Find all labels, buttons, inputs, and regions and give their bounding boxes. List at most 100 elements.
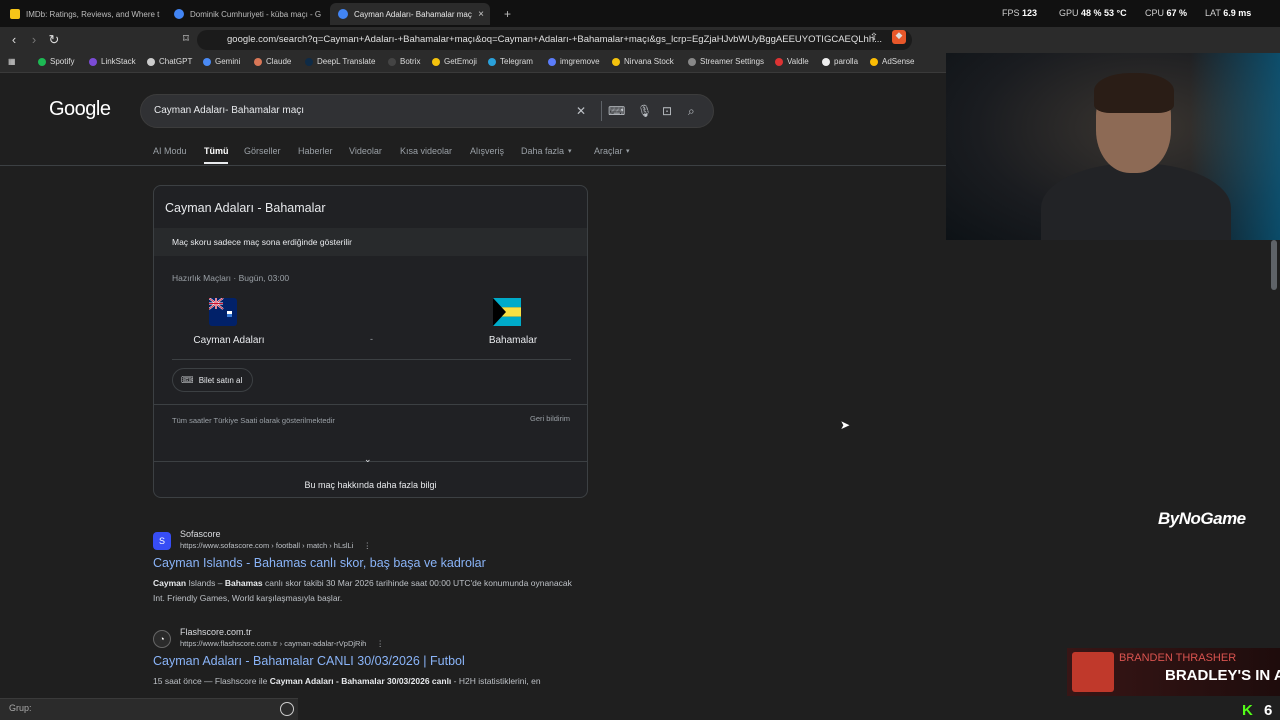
tab-daha-fazla[interactable]: Daha fazla bbox=[521, 146, 564, 156]
feedback-link[interactable]: Geri bildirim bbox=[530, 414, 570, 423]
bookmark-label: Telegram bbox=[500, 57, 533, 66]
bahamas-flag-icon bbox=[493, 298, 521, 326]
result-title-link[interactable]: Cayman Adaları - Bahamalar CANLI 30/03/2… bbox=[153, 654, 465, 668]
bookmark-gemini[interactable]: Gemini bbox=[203, 57, 240, 66]
apps-icon[interactable]: ▦ bbox=[8, 57, 16, 66]
bookmark-favicon-icon bbox=[38, 57, 46, 66]
search-input[interactable]: Cayman Adaları- Bahamalar maçı ✕ ⌨ 🎙 ⊡ ⌕ bbox=[140, 94, 714, 128]
kick-count: 6 bbox=[1264, 702, 1273, 719]
snippet-text: 15 saat önce — Flashscore ile bbox=[153, 676, 270, 686]
bookmark-claude[interactable]: Claude bbox=[254, 57, 291, 66]
bookmark-spotify[interactable]: Spotify bbox=[38, 57, 74, 66]
flashscore-icon: ◔ bbox=[153, 630, 171, 648]
alert-avatar bbox=[1072, 652, 1114, 692]
tab-cayman[interactable]: Cayman Adaları- Bahamalar maç × bbox=[330, 3, 490, 25]
alert-message: BRADLEY'S IN A bbox=[1165, 667, 1280, 684]
bookmark-favicon-icon bbox=[254, 57, 262, 66]
result-site[interactable]: Flashscore.com.tr bbox=[180, 627, 252, 637]
fps-label: FPS bbox=[1002, 8, 1020, 18]
result-url[interactable]: https://www.sofascore.com › football › m… bbox=[180, 541, 371, 550]
brave-shield-icon[interactable]: ◆ bbox=[892, 30, 906, 44]
gpu-value: 48 % 53 °C bbox=[1081, 8, 1127, 18]
group-bar[interactable]: Grup: bbox=[0, 698, 298, 720]
tab-videolar[interactable]: Videolar bbox=[349, 146, 382, 156]
bookmark-streamer-settings[interactable]: Streamer Settings bbox=[688, 57, 764, 66]
result-url-text: https://www.sofascore.com › football › m… bbox=[180, 541, 354, 550]
bookmark-parolla[interactable]: parolla bbox=[822, 57, 858, 66]
bookmark-getemoji[interactable]: GetEmoji bbox=[432, 57, 477, 66]
snippet-text: - H2H istatistiklerini, en bbox=[451, 676, 541, 686]
settings-icon[interactable] bbox=[280, 702, 294, 716]
forward-icon[interactable]: › bbox=[26, 32, 42, 47]
bookmark-label: Spotify bbox=[50, 57, 75, 66]
bookmark-favicon-icon bbox=[388, 57, 396, 66]
score-note: Maç skoru sadece maç sona erdiğinde göst… bbox=[154, 228, 587, 256]
bookmark-icon[interactable]: ⌑ bbox=[178, 32, 194, 45]
streamer-hair bbox=[1094, 73, 1174, 113]
back-icon[interactable]: ‹ bbox=[6, 32, 22, 47]
tab-ai-modu[interactable]: AI Modu bbox=[153, 146, 187, 156]
bookmark-favicon-icon bbox=[822, 57, 830, 66]
bookmark-favicon-icon bbox=[432, 57, 440, 66]
google-logo[interactable]: Google bbox=[49, 98, 111, 121]
bookmark-favicon-icon bbox=[488, 57, 496, 66]
bookmark-label: Valdle bbox=[787, 57, 809, 66]
tab-ara-lar[interactable]: Araçlar bbox=[594, 146, 623, 156]
more-options-icon[interactable]: ⋮ bbox=[364, 541, 372, 550]
bookmark-label: imgremove bbox=[560, 57, 600, 66]
tab-al-veri-[interactable]: Alışveriş bbox=[470, 146, 504, 156]
share-icon[interactable]: ⇪ bbox=[866, 32, 882, 43]
home-team-name[interactable]: Cayman Adaları bbox=[169, 335, 289, 346]
camera-search-icon[interactable]: ⊡ bbox=[662, 104, 672, 118]
timezone-note: Tüm saatler Türkiye Saati olarak gösteri… bbox=[172, 416, 335, 425]
reload-icon[interactable]: ↻ bbox=[46, 32, 62, 48]
tab-haberler[interactable]: Haberler bbox=[298, 146, 333, 156]
navigation-bar: ‹ › ↻ ⌑ google.com/search?q=Cayman+Adala… bbox=[0, 27, 1280, 53]
bookmark-valdle[interactable]: Valdle bbox=[775, 57, 809, 66]
tab-g-rseller[interactable]: Görseller bbox=[244, 146, 281, 156]
result-url[interactable]: https://www.flashscore.com.tr › cayman-a… bbox=[180, 639, 384, 648]
snippet-bold: Bahamas bbox=[224, 578, 263, 588]
bookmark-favicon-icon bbox=[203, 57, 211, 66]
keyboard-icon[interactable]: ⌨ bbox=[608, 104, 625, 118]
more-info-link[interactable]: Bu maç hakkında daha fazla bilgi bbox=[154, 480, 587, 490]
chevron-down-icon[interactable]: ⌄ bbox=[364, 454, 372, 465]
new-tab-button[interactable]: + bbox=[496, 3, 516, 25]
bookmark-imgremove[interactable]: imgremove bbox=[548, 57, 600, 66]
more-options-icon[interactable]: ⋮ bbox=[376, 639, 384, 648]
clear-icon[interactable]: ✕ bbox=[576, 104, 586, 118]
address-bar[interactable]: google.com/search?q=Cayman+Adaları-+Baha… bbox=[197, 30, 912, 50]
alert-username: BRANDEN THRASHER bbox=[1119, 652, 1237, 664]
tab-k-sa-videolar[interactable]: Kısa videolar bbox=[400, 146, 452, 156]
tab-t-m-[interactable]: Tümü bbox=[204, 146, 229, 156]
kick-logo: K bbox=[1242, 702, 1253, 719]
tab-bar: IMDb: Ratings, Reviews, and Where t Domi… bbox=[0, 0, 1280, 27]
bookmark-deepl-translate[interactable]: DeepL Translate bbox=[305, 57, 375, 66]
microphone-icon[interactable]: 🎙 bbox=[637, 104, 652, 118]
away-team-name[interactable]: Bahamalar bbox=[453, 335, 573, 346]
bookmark-linkstack[interactable]: LinkStack bbox=[89, 57, 136, 66]
result-title-link[interactable]: Cayman Islands - Bahamas canlı skor, baş… bbox=[153, 556, 486, 570]
google-icon bbox=[174, 9, 184, 19]
bookmark-adsense[interactable]: AdSense bbox=[870, 57, 914, 66]
bookmark-nirvana-stock[interactable]: Nirvana Stock bbox=[612, 57, 674, 66]
bookmark-label: Gemini bbox=[215, 57, 241, 66]
cpu-stat: CPU 67 % bbox=[1145, 8, 1187, 18]
search-icon[interactable]: ⌕ bbox=[688, 104, 695, 119]
close-tab-icon[interactable]: × bbox=[478, 9, 484, 20]
bookmark-favicon-icon bbox=[305, 57, 313, 66]
tab-imdb[interactable]: IMDb: Ratings, Reviews, and Where t bbox=[2, 3, 162, 25]
tab-dominik[interactable]: Dominik Cumhuriyeti - küba maçı - G bbox=[166, 3, 326, 25]
result-site[interactable]: Sofascore bbox=[180, 529, 221, 539]
dropdown-caret-icon: ▾ bbox=[568, 148, 572, 155]
page-scrollbar[interactable] bbox=[1271, 240, 1277, 290]
cpu-value: 67 % bbox=[1166, 8, 1188, 18]
active-tab-indicator bbox=[204, 162, 228, 164]
bookmark-botrix[interactable]: Botrix bbox=[388, 57, 420, 66]
bookmark-telegram[interactable]: Telegram bbox=[488, 57, 533, 66]
buy-ticket-button[interactable]: 🎟 Bilet satın al bbox=[172, 368, 254, 392]
google-icon bbox=[338, 9, 348, 19]
stream-alert: BRANDEN THRASHER BRADLEY'S IN A bbox=[1067, 648, 1280, 696]
snippet-text: Islands – bbox=[186, 578, 225, 588]
bookmark-chatgpt[interactable]: ChatGPT bbox=[147, 57, 192, 66]
